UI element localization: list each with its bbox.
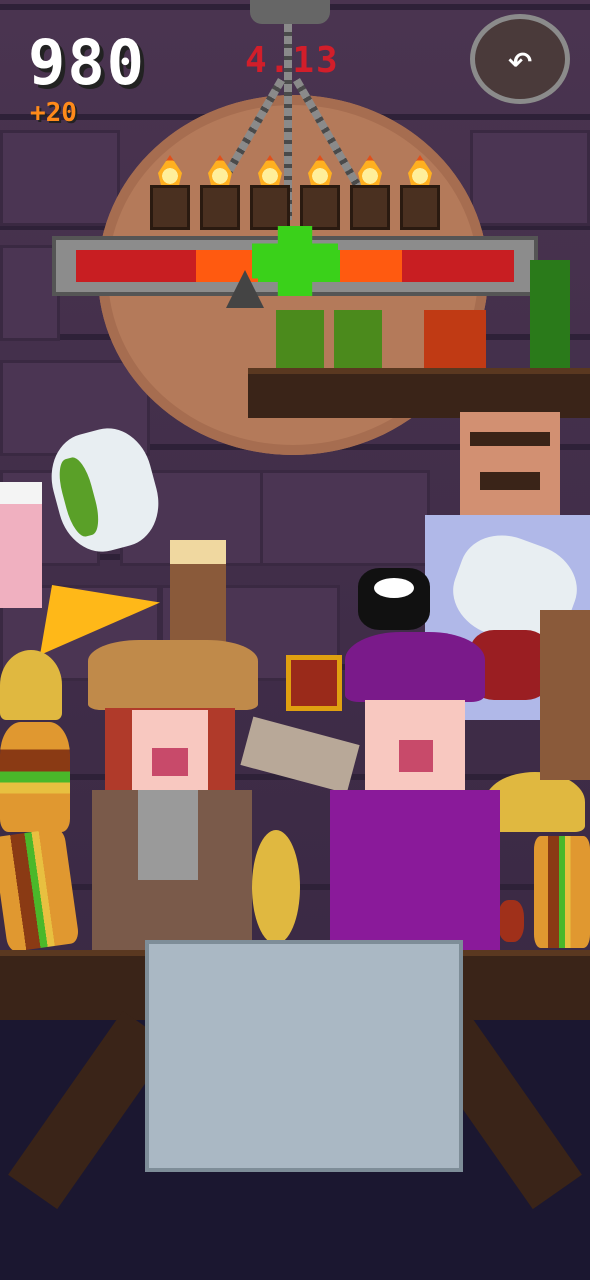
open-mouth [152,748,188,776]
beer-mug[interactable] [170,540,226,654]
meter-red-left [76,250,196,282]
customer-body [92,790,252,950]
steak[interactable] [540,610,590,780]
candle [150,185,190,230]
potion[interactable] [286,655,342,711]
meter-pointer-icon [226,270,264,308]
candle [300,185,340,230]
taco[interactable] [485,772,585,832]
candle [350,185,390,230]
burger[interactable] [0,722,70,832]
purple-hat [345,632,485,702]
sushi[interactable] [358,568,430,630]
flame-icon [358,155,382,185]
score-bonus: +20 [30,98,77,128]
chain-mount [250,0,330,24]
brick [0,245,60,341]
eyebrows [470,432,550,446]
brick [470,130,590,226]
burger[interactable] [534,836,590,948]
open-mouth [399,740,433,772]
mug-red [424,310,486,368]
candle [200,185,240,230]
customer-face [132,710,208,790]
taco[interactable] [0,650,62,720]
countdown-timer: 4.13 [245,40,340,81]
brick [260,470,430,566]
cowboy-hat [88,640,258,710]
wooden-shelf [248,368,590,418]
score-counter: 980 [28,26,146,99]
drumstick[interactable] [498,900,524,942]
bartender-head [460,412,560,522]
beard [138,790,198,880]
meter-orange-right [340,250,402,282]
sushi-rice [374,578,414,598]
customer-body [330,790,500,950]
tablecloth [145,940,463,1172]
candle [400,185,440,230]
jar-green [334,310,382,368]
chandelier-candles [150,140,450,230]
brick [0,130,120,226]
taco[interactable] [252,830,300,944]
meter-red-right [402,250,514,282]
flame-icon [408,155,432,185]
flame-icon [158,155,182,185]
undo-arrow-icon: ↶ [506,33,534,85]
flame-icon [308,155,332,185]
mustache [480,472,540,490]
flame-icon [258,155,282,185]
bottle-green [530,260,570,368]
jar-green [276,310,324,368]
customer-face [365,700,465,790]
milkshake[interactable] [0,482,42,608]
candle [250,185,290,230]
game-stage[interactable]: 980 +20 4.13 ↶ [0,0,590,1280]
undo-button[interactable]: ↶ [470,14,570,104]
flame-icon [208,155,232,185]
